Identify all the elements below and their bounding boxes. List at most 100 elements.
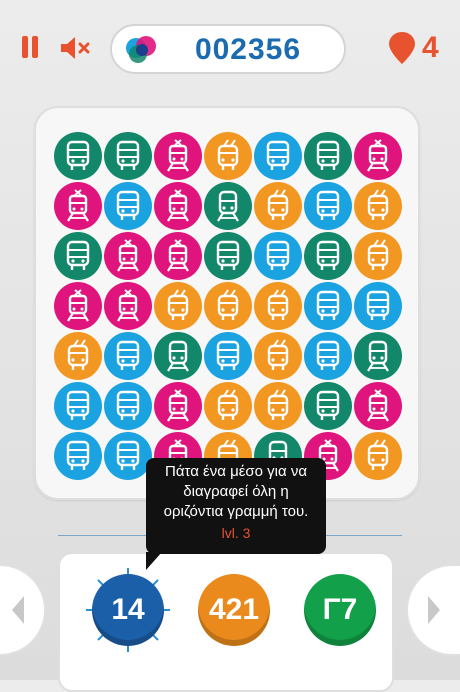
bus-tile[interactable] (54, 432, 102, 480)
mute-button[interactable] (58, 34, 94, 62)
game-board (34, 106, 420, 500)
trolley-tile[interactable] (204, 132, 252, 180)
trolley-tile[interactable] (354, 432, 402, 480)
tram-icon (167, 239, 189, 272)
tram-tile[interactable] (354, 382, 402, 430)
bus-icon (116, 390, 140, 420)
trolley-icon (267, 389, 289, 420)
lives-count: 4 (422, 31, 439, 64)
trolley-tile[interactable] (254, 332, 302, 380)
prev-button[interactable] (0, 564, 46, 656)
pause-button[interactable] (20, 36, 40, 60)
bus-tile[interactable] (304, 332, 352, 380)
trolley-tile[interactable] (354, 182, 402, 230)
next-button[interactable] (406, 564, 460, 656)
bus-tile[interactable] (54, 132, 102, 180)
tram-tile[interactable] (154, 232, 202, 280)
tram-icon (367, 389, 389, 422)
bus-tile[interactable] (304, 382, 352, 430)
bus-icon (116, 140, 140, 170)
trolley-tile[interactable] (354, 232, 402, 280)
tram-tile[interactable] (54, 182, 102, 230)
score-box: 002356 (110, 24, 346, 74)
trolley-icon (217, 389, 239, 420)
line-button-3[interactable]: Γ7 (304, 574, 376, 646)
bus-icon (66, 440, 90, 470)
trolley-icon (367, 239, 389, 270)
bus-tile[interactable] (104, 132, 152, 180)
tooltip-pointer (146, 552, 162, 570)
trolley-tile[interactable] (254, 382, 302, 430)
line-button-1[interactable]: 14 (92, 574, 164, 646)
trolley-icon (267, 289, 289, 320)
bus-icon (316, 240, 340, 270)
trolley-tile[interactable] (254, 182, 302, 230)
tram-tile[interactable] (154, 182, 202, 230)
bus-tile[interactable] (354, 282, 402, 330)
trolley-tile[interactable] (254, 282, 302, 330)
bus-tile[interactable] (304, 132, 352, 180)
tram-tile[interactable] (104, 282, 152, 330)
tram-icon (167, 139, 189, 172)
train-icon (217, 190, 239, 222)
trolley-icon (217, 139, 239, 170)
bus-tile[interactable] (104, 182, 152, 230)
bus-tile[interactable] (254, 132, 302, 180)
hint-tooltip: Πάτα ένα μέσο για να διαγραφεί όλη η ορι… (146, 458, 326, 554)
chevron-left-icon (12, 596, 24, 624)
bus-icon (216, 240, 240, 270)
train-tile[interactable] (154, 332, 202, 380)
bus-icon (316, 390, 340, 420)
game-logo-icon (126, 36, 156, 63)
bus-icon (316, 340, 340, 370)
trolley-tile[interactable] (54, 332, 102, 380)
chevron-right-icon (428, 596, 440, 624)
bus-tile[interactable] (304, 182, 352, 230)
bus-tile[interactable] (54, 232, 102, 280)
tram-tile[interactable] (54, 282, 102, 330)
train-tile[interactable] (204, 182, 252, 230)
train-icon (367, 340, 389, 372)
bus-icon (366, 290, 390, 320)
trolley-tile[interactable] (204, 282, 252, 330)
tram-icon (367, 139, 389, 172)
trolley-tile[interactable] (154, 282, 202, 330)
tram-tile[interactable] (354, 132, 402, 180)
trolley-icon (367, 439, 389, 470)
bus-tile[interactable] (104, 382, 152, 430)
bus-tile[interactable] (254, 232, 302, 280)
bus-tile[interactable] (204, 332, 252, 380)
bus-icon (266, 240, 290, 270)
tram-tile[interactable] (104, 232, 152, 280)
bus-tile[interactable] (54, 382, 102, 430)
bus-tile[interactable] (304, 282, 352, 330)
score-value: 002356 (194, 33, 302, 66)
bus-icon (116, 340, 140, 370)
bus-icon (316, 190, 340, 220)
tram-icon (117, 289, 139, 322)
tram-icon (67, 189, 89, 222)
line-label-2: 421 (208, 593, 260, 626)
bus-icon (66, 390, 90, 420)
bus-icon (116, 440, 140, 470)
trolley-icon (367, 189, 389, 220)
tram-tile[interactable] (154, 382, 202, 430)
speaker-muted-icon (61, 37, 90, 59)
bus-icon (266, 140, 290, 170)
bus-icon (316, 290, 340, 320)
trolley-icon (267, 189, 289, 220)
line-button-2[interactable]: 421 (198, 574, 270, 646)
bus-tile[interactable] (204, 232, 252, 280)
trolley-tile[interactable] (204, 382, 252, 430)
hint-level: lvl. 3 (221, 525, 251, 541)
train-tile[interactable] (354, 332, 402, 380)
tram-icon (167, 389, 189, 422)
tram-icon (67, 289, 89, 322)
bus-tile[interactable] (104, 432, 152, 480)
bus-tile[interactable] (304, 232, 352, 280)
bus-tile[interactable] (104, 332, 152, 380)
trolley-icon (217, 289, 239, 320)
tram-tile[interactable] (154, 132, 202, 180)
tram-icon (117, 239, 139, 272)
bus-icon (216, 340, 240, 370)
